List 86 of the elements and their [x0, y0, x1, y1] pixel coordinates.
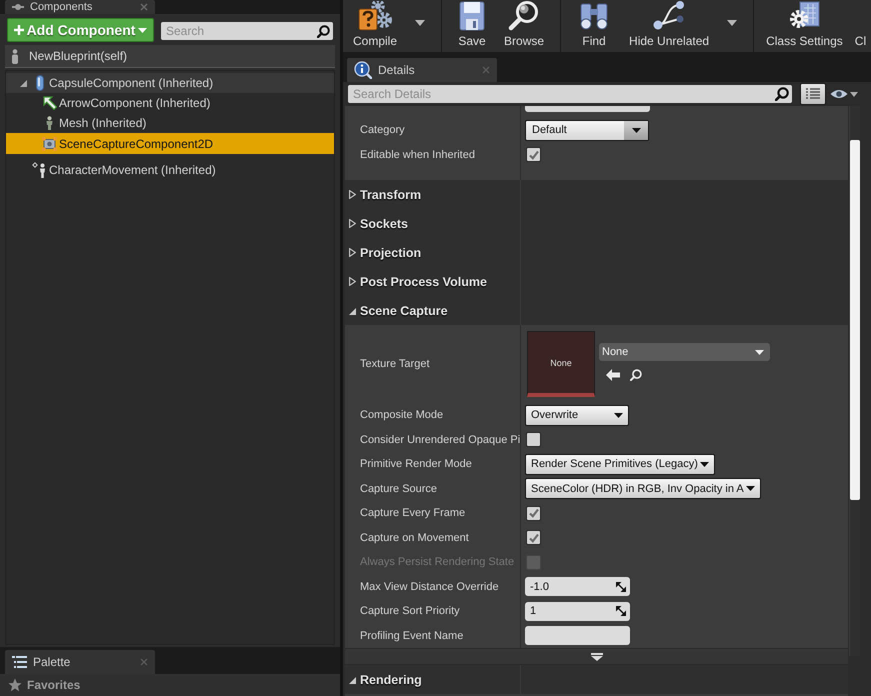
dropdown[interactable]: Render Scene Primitives (Legacy) [525, 454, 715, 475]
caret-down-icon [632, 128, 640, 133]
tree-item[interactable]: CapsuleComponent (Inherited) [6, 73, 334, 93]
property-label: Texture Target [360, 358, 430, 370]
text-field[interactable] [525, 626, 630, 646]
compile-button[interactable]: Compile [347, 0, 404, 52]
info-magnifier-icon [354, 61, 372, 79]
plus-icon [14, 25, 24, 35]
components-tab[interactable]: Components [5, 0, 155, 14]
star-icon [8, 678, 22, 692]
browse-button[interactable]: Browse [498, 0, 550, 52]
list-icon [12, 656, 27, 668]
caret-down-icon [138, 28, 148, 32]
category-header[interactable]: Sockets [345, 209, 848, 238]
scrollbar-track[interactable] [849, 106, 860, 656]
property-label: Primitive Render Mode [360, 458, 472, 470]
list-icon [806, 88, 820, 100]
category-header[interactable]: Favorites [0, 674, 340, 696]
property-label: Profiling Event Name [360, 630, 464, 642]
category-header[interactable]: Post Process Volume [345, 267, 848, 296]
number-field[interactable]: 1 [525, 602, 630, 621]
find-button[interactable]: Find [571, 0, 618, 52]
advanced-toggle-bar[interactable] [345, 648, 848, 665]
category-header[interactable]: Transform [345, 180, 848, 209]
tree-item[interactable]: NewBlueprint(self) [5, 45, 335, 68]
toolbar-button[interactable]: Cl [848, 0, 866, 52]
tree-item[interactable]: CharacterMovement (Inherited) [6, 160, 334, 180]
caret-down-icon [746, 486, 755, 492]
property-label: Always Persist Rendering State [360, 556, 514, 568]
search-field[interactable]: Search [161, 22, 333, 40]
checkbox[interactable] [526, 432, 541, 448]
asset-dropdown[interactable]: None [599, 343, 770, 361]
property-label: Consider Unrendered Opaque Pi [360, 434, 520, 446]
property-label: Max View Distance Override [360, 580, 499, 593]
person-icon [45, 116, 54, 130]
list-view-button[interactable] [800, 83, 826, 105]
property-label: Capture Source [360, 482, 438, 495]
arrow-icon [42, 96, 56, 110]
search-icon [775, 87, 789, 101]
property-label: Category [360, 124, 405, 136]
checkbox[interactable] [526, 506, 541, 521]
capsule-icon [36, 75, 44, 91]
details-tab[interactable]: Details [347, 58, 497, 82]
search-icon [317, 24, 330, 38]
category-header[interactable]: Rendering [345, 665, 848, 694]
caret-down-icon [755, 350, 764, 354]
property-label: Capture on Movement [360, 532, 469, 544]
property-label: Capture Sort Priority [360, 605, 460, 618]
property-label: Editable when Inherited [360, 148, 475, 161]
search-icon[interactable] [630, 369, 642, 381]
resize-arrows-icon [616, 582, 626, 592]
person-icon [11, 48, 19, 64]
category-header[interactable]: Projection [345, 238, 848, 267]
eye-icon [830, 89, 848, 99]
dropdown[interactable]: SceneColor (HDR) in RGB, Inv Opacity in A [525, 478, 761, 500]
search-field[interactable]: Search Details [348, 85, 792, 103]
caret-down-icon [727, 20, 738, 26]
checkbox[interactable] [526, 147, 541, 162]
component-icon [12, 3, 24, 11]
tree-item[interactable]: SceneCaptureComponent2D [6, 133, 334, 154]
palette-tab[interactable]: Palette [5, 650, 155, 674]
property-label: Composite Mode [360, 409, 444, 422]
combo-box[interactable]: Default [525, 120, 649, 141]
caret-down-icon [850, 92, 858, 96]
dropdown[interactable]: Overwrite [525, 404, 629, 426]
texture-thumbnail[interactable]: None [527, 331, 595, 397]
class-settings-button[interactable]: Class Settings [760, 0, 849, 52]
left-arrow-icon[interactable] [606, 369, 620, 381]
checkbox[interactable] [526, 530, 541, 546]
tree-item[interactable]: Mesh (Inherited) [6, 113, 334, 133]
number-field[interactable]: -1.0 [525, 577, 630, 596]
text-field[interactable] [525, 106, 650, 112]
camera-icon [42, 136, 57, 150]
scrollbar-thumb[interactable] [850, 140, 860, 500]
resize-arrows-icon [616, 606, 626, 616]
save-button[interactable]: Save [452, 0, 492, 52]
hide-unrelated-button[interactable]: Hide Unrelated [623, 0, 716, 52]
category-header[interactable]: Scene Capture [345, 296, 848, 325]
view-options-button[interactable] [830, 89, 858, 99]
moving-person-icon [32, 162, 47, 178]
caret-down-icon[interactable] [20, 79, 27, 87]
caret-down-icon [700, 462, 709, 467]
tree-item[interactable]: ArrowComponent (Inherited) [6, 93, 334, 113]
property-label: Capture Every Frame [360, 507, 466, 520]
caret-down-icon [614, 412, 623, 418]
caret-down-icon [415, 20, 426, 26]
